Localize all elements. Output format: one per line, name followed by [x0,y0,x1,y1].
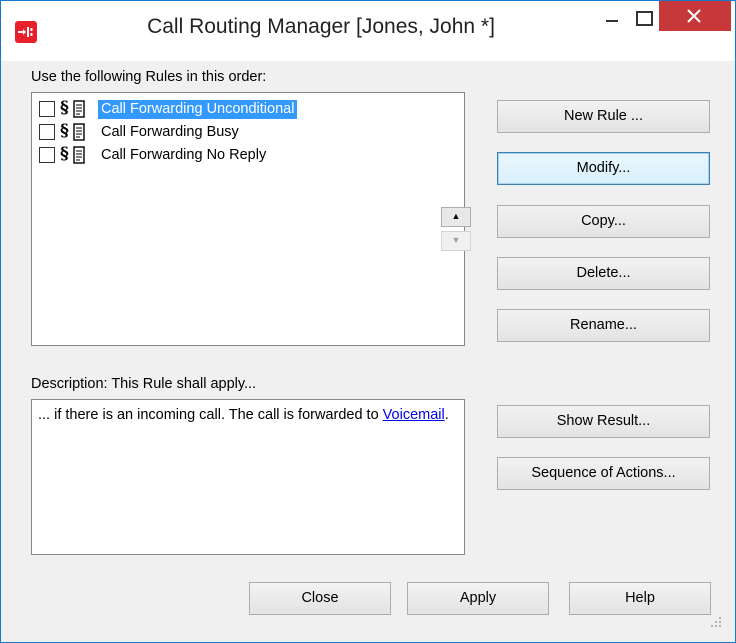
minimize-button[interactable] [595,1,629,31]
resize-grip-icon[interactable] [709,615,723,629]
modify-button[interactable]: Modify... [497,152,710,185]
rule-label[interactable]: Call Forwarding No Reply [98,146,269,165]
document-icon [73,123,85,141]
apply-button[interactable]: Apply [407,582,549,615]
rule-label[interactable]: Call Forwarding Busy [98,123,242,142]
close-button[interactable]: Close [249,582,391,615]
paragraph-icon: § [60,121,69,141]
triangle-down-icon: ▼ [451,235,461,245]
rule-checkbox[interactable] [39,124,55,140]
maximize-button[interactable] [627,1,659,31]
description-text: ... if there is an incoming call. The ca… [38,407,383,423]
window-title: Call Routing Manager [Jones, John *] [147,15,495,38]
voicemail-link[interactable]: Voicemail [383,407,445,423]
rules-list-label: Use the following Rules in this order: [31,69,267,85]
rename-button[interactable]: Rename... [497,309,710,342]
paragraph-icon: § [60,98,69,118]
rule-item[interactable]: § Call Forwarding Unconditional [36,98,456,120]
rule-checkbox[interactable] [39,147,55,163]
help-button[interactable]: Help [569,582,711,615]
close-window-button[interactable] [659,1,731,31]
sequence-of-actions-button[interactable]: Sequence of Actions... [497,457,710,490]
description-text-end: . [444,407,449,423]
description-label: Description: This Rule shall apply... [31,376,257,392]
move-up-button[interactable]: ▲ [441,207,471,227]
rules-listbox[interactable]: § Call Forwarding Unconditional § Call F… [31,92,465,346]
paragraph-icon: § [60,144,69,164]
new-rule-button[interactable]: New Rule ... [497,100,710,133]
rule-item[interactable]: § Call Forwarding Busy [36,121,456,143]
copy-button[interactable]: Copy... [497,205,710,238]
rule-item[interactable]: § Call Forwarding No Reply [36,144,456,166]
description-box: ... if there is an incoming call. The ca… [31,399,465,555]
rule-label[interactable]: Call Forwarding Unconditional [98,100,298,119]
move-down-button[interactable]: ▼ [441,231,471,251]
rule-checkbox[interactable] [39,101,55,117]
call-routing-manager-window: Call Routing Manager [Jones, John *] Use… [0,0,736,643]
triangle-up-icon: ▲ [451,211,461,221]
document-icon [73,100,85,118]
delete-button[interactable]: Delete... [497,257,710,290]
close-icon [687,9,701,23]
document-icon [73,146,85,164]
title-bar[interactable]: Call Routing Manager [Jones, John *] [1,1,735,61]
show-result-button[interactable]: Show Result... [497,405,710,438]
